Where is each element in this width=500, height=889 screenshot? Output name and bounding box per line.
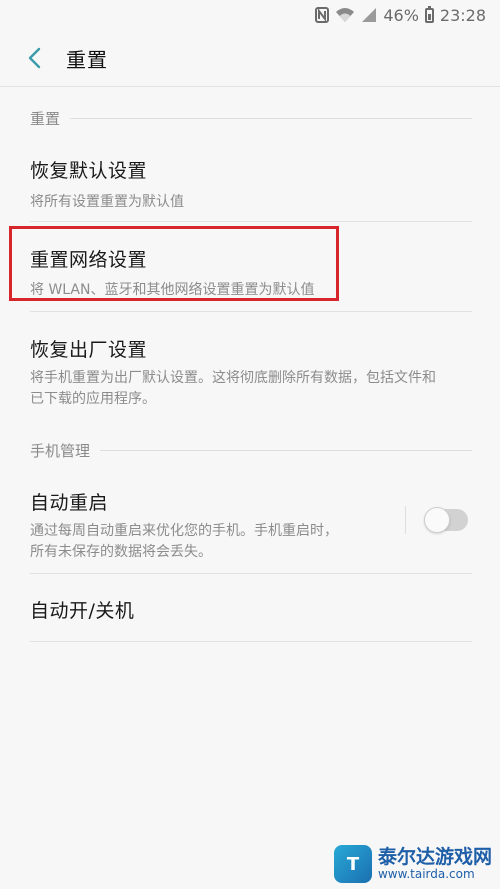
item-title: 自动开/关机 xyxy=(30,600,135,622)
app-bar: 重置 xyxy=(0,30,500,87)
highlight-box xyxy=(9,226,339,301)
item-title: 自动重启 xyxy=(30,492,109,514)
battery-icon xyxy=(424,5,434,23)
section-header-label: 重置 xyxy=(30,110,61,128)
nfc-icon xyxy=(315,7,330,23)
section-header-label: 手机管理 xyxy=(30,442,91,460)
item-title: 恢复默认设置 xyxy=(30,160,148,182)
divider xyxy=(30,573,472,574)
toggle-separator xyxy=(405,506,406,534)
item-title: 恢复出厂设置 xyxy=(30,339,148,361)
section-divider xyxy=(100,450,472,451)
reset-default-settings-item[interactable]: 恢复默认设置 将所有设置重置为默认值 xyxy=(30,156,472,213)
item-subtitle-line2: 所有未保存的数据将会丢失。 xyxy=(30,544,212,560)
site-watermark: T 泰尔达游戏网 www.tairda.com xyxy=(333,845,492,883)
signal-icon xyxy=(361,7,377,23)
auto-power-on-off-item[interactable]: 自动开/关机 xyxy=(30,596,472,623)
chevron-left-icon xyxy=(28,47,41,69)
divider xyxy=(30,641,472,642)
watermark-url: www.tairda.com xyxy=(377,866,475,881)
battery-percent: 46% xyxy=(383,5,419,25)
factory-reset-item[interactable]: 恢复出厂设置 将手机重置为出厂默认设置。这将彻底删除所有数据，包括文件和 已下载… xyxy=(30,335,472,410)
auto-restart-toggle-area xyxy=(405,506,468,534)
watermark-logo: T xyxy=(333,845,372,883)
item-subtitle-line1: 将手机重置为出厂默认设置。这将彻底删除所有数据，包括文件和 xyxy=(30,370,436,386)
wifi-icon xyxy=(335,7,355,23)
divider xyxy=(30,311,472,312)
divider xyxy=(30,221,472,222)
section-header-reset: 重置 xyxy=(30,108,472,129)
toggle-knob xyxy=(424,507,450,533)
item-subtitle-line1: 通过每周自动重启来优化您的手机。手机重启时， xyxy=(30,523,338,539)
auto-restart-toggle[interactable] xyxy=(424,507,468,533)
clock: 23:28 xyxy=(439,5,486,25)
section-header-phone-management: 手机管理 xyxy=(30,440,472,461)
section-divider xyxy=(70,118,472,119)
status-bar: 46% 23:28 xyxy=(0,0,500,30)
item-subtitle-line2: 已下载的应用程序。 xyxy=(30,391,156,407)
page-title: 重置 xyxy=(66,47,108,72)
item-subtitle: 将所有设置重置为默认值 xyxy=(30,194,184,210)
watermark-name: 泰尔达游戏网 xyxy=(377,845,492,868)
auto-restart-item[interactable]: 自动重启 通过每周自动重启来优化您的手机。手机重启时， 所有未保存的数据将会丢失… xyxy=(30,488,390,563)
back-button[interactable] xyxy=(16,39,54,77)
